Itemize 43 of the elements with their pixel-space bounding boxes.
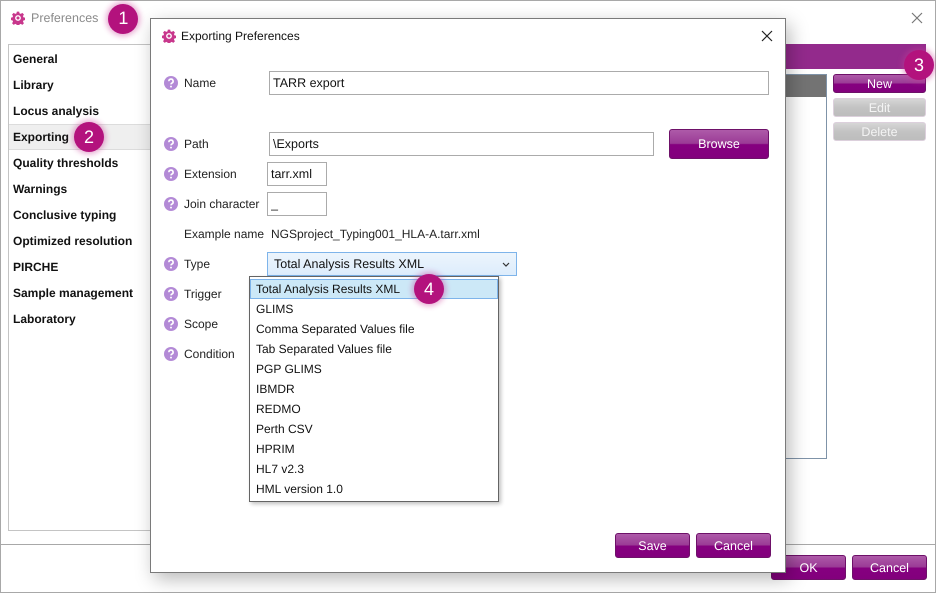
path-field[interactable]: \Exports bbox=[269, 132, 654, 156]
footer-button[interactable]: Cancel bbox=[852, 555, 927, 580]
dropdown-option[interactable]: Perth CSV bbox=[250, 419, 498, 439]
field-label: Type bbox=[184, 257, 212, 271]
gear-icon bbox=[162, 29, 176, 43]
help-icon[interactable] bbox=[164, 317, 178, 331]
help-icon[interactable] bbox=[164, 76, 178, 90]
field-label: Extension bbox=[184, 167, 238, 181]
type-dropdown[interactable]: Total Analysis Results XML bbox=[267, 252, 517, 276]
help-icon[interactable] bbox=[164, 137, 178, 151]
field-label: Example name bbox=[184, 227, 266, 241]
dropdown-option[interactable]: Comma Separated Values file bbox=[250, 319, 498, 339]
help-icon[interactable] bbox=[164, 287, 178, 301]
gear-icon bbox=[11, 10, 25, 24]
help-icon[interactable] bbox=[164, 347, 178, 361]
dropdown-option[interactable]: PGP GLIMS bbox=[250, 359, 498, 379]
help-icon[interactable] bbox=[164, 257, 178, 271]
field-label: Name bbox=[184, 76, 218, 90]
help-icon[interactable] bbox=[164, 197, 178, 211]
callout-number: 3 bbox=[904, 50, 934, 80]
help-icon[interactable] bbox=[164, 167, 178, 181]
callout-number: 4 bbox=[414, 274, 444, 304]
dropdown-option[interactable]: IBMDR bbox=[250, 379, 498, 399]
dropdown-option[interactable]: HML version 1.0 bbox=[250, 479, 498, 499]
browse-button[interactable]: Browse bbox=[669, 129, 769, 159]
caret-icon bbox=[502, 262, 510, 266]
dropdown-option[interactable]: REDMO bbox=[250, 399, 498, 419]
name-field[interactable]: TARR export bbox=[269, 71, 769, 95]
dialog-title: Exporting Preferences bbox=[181, 29, 300, 43]
callout-number: 1 bbox=[108, 4, 138, 34]
text-field[interactable]: tarr.xml bbox=[267, 162, 327, 186]
window-title: Preferences bbox=[31, 10, 98, 24]
dropdown-option[interactable]: HPRIM bbox=[250, 439, 498, 459]
dialog-button[interactable]: Save bbox=[615, 533, 690, 558]
text-field[interactable]: _ bbox=[267, 192, 327, 216]
field-label: Path bbox=[184, 137, 210, 151]
dropdown-option[interactable]: HL7 v2.3 bbox=[250, 459, 498, 479]
list-button[interactable]: New bbox=[833, 74, 926, 93]
dialog-button[interactable]: Cancel bbox=[696, 533, 771, 558]
close-icon[interactable] bbox=[761, 30, 773, 42]
dropdown-option[interactable]: Tab Separated Values file bbox=[250, 339, 498, 359]
example-name-value: NGSproject_Typing001_HLA-A.tarr.xml bbox=[271, 227, 480, 241]
field-label: Join character bbox=[184, 197, 260, 211]
